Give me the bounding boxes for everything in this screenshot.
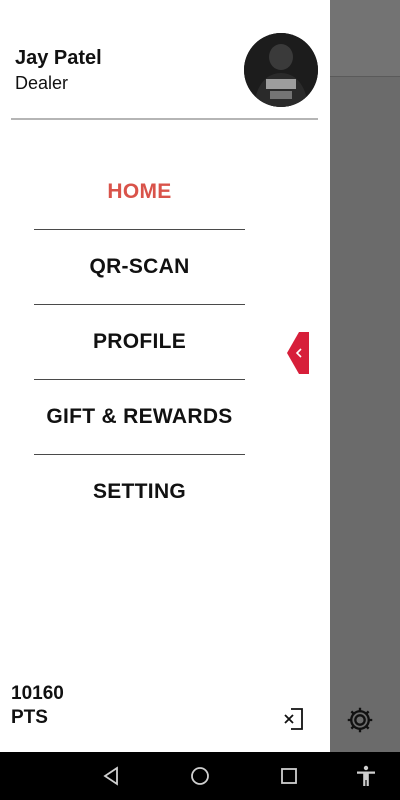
points-unit: PTS: [11, 707, 48, 728]
menu-item-profile[interactable]: PROFILE: [34, 305, 245, 380]
background-toolbar: [330, 0, 400, 77]
menu-item-qr-scan[interactable]: QR-SCAN: [34, 230, 245, 305]
menu-item-home[interactable]: HOME: [34, 155, 245, 230]
accessibility-icon[interactable]: [354, 764, 378, 788]
system-navigation-bar: [0, 752, 400, 800]
points-value: 10160: [11, 683, 64, 704]
user-name: Jay Patel: [15, 47, 102, 69]
navigation-drawer: Jay Patel Dealer HOME QR-SCAN PROFILE GI…: [0, 0, 330, 752]
home-icon[interactable]: [188, 764, 212, 788]
collapse-drawer-tab[interactable]: [287, 332, 309, 374]
back-icon[interactable]: [99, 764, 123, 788]
menu-item-gift-rewards[interactable]: GIFT & REWARDS: [34, 380, 245, 455]
settings-gear-icon[interactable]: [346, 706, 374, 734]
recents-icon[interactable]: [277, 764, 301, 788]
menu-item-setting[interactable]: SETTING: [34, 455, 245, 529]
avatar[interactable]: [244, 33, 318, 107]
logout-icon[interactable]: [282, 706, 306, 732]
profile-photo: [244, 33, 318, 107]
drawer-menu: HOME QR-SCAN PROFILE GIFT & REWARDS SETT…: [34, 155, 245, 529]
header-divider: [11, 118, 318, 120]
user-role: Dealer: [15, 73, 69, 93]
